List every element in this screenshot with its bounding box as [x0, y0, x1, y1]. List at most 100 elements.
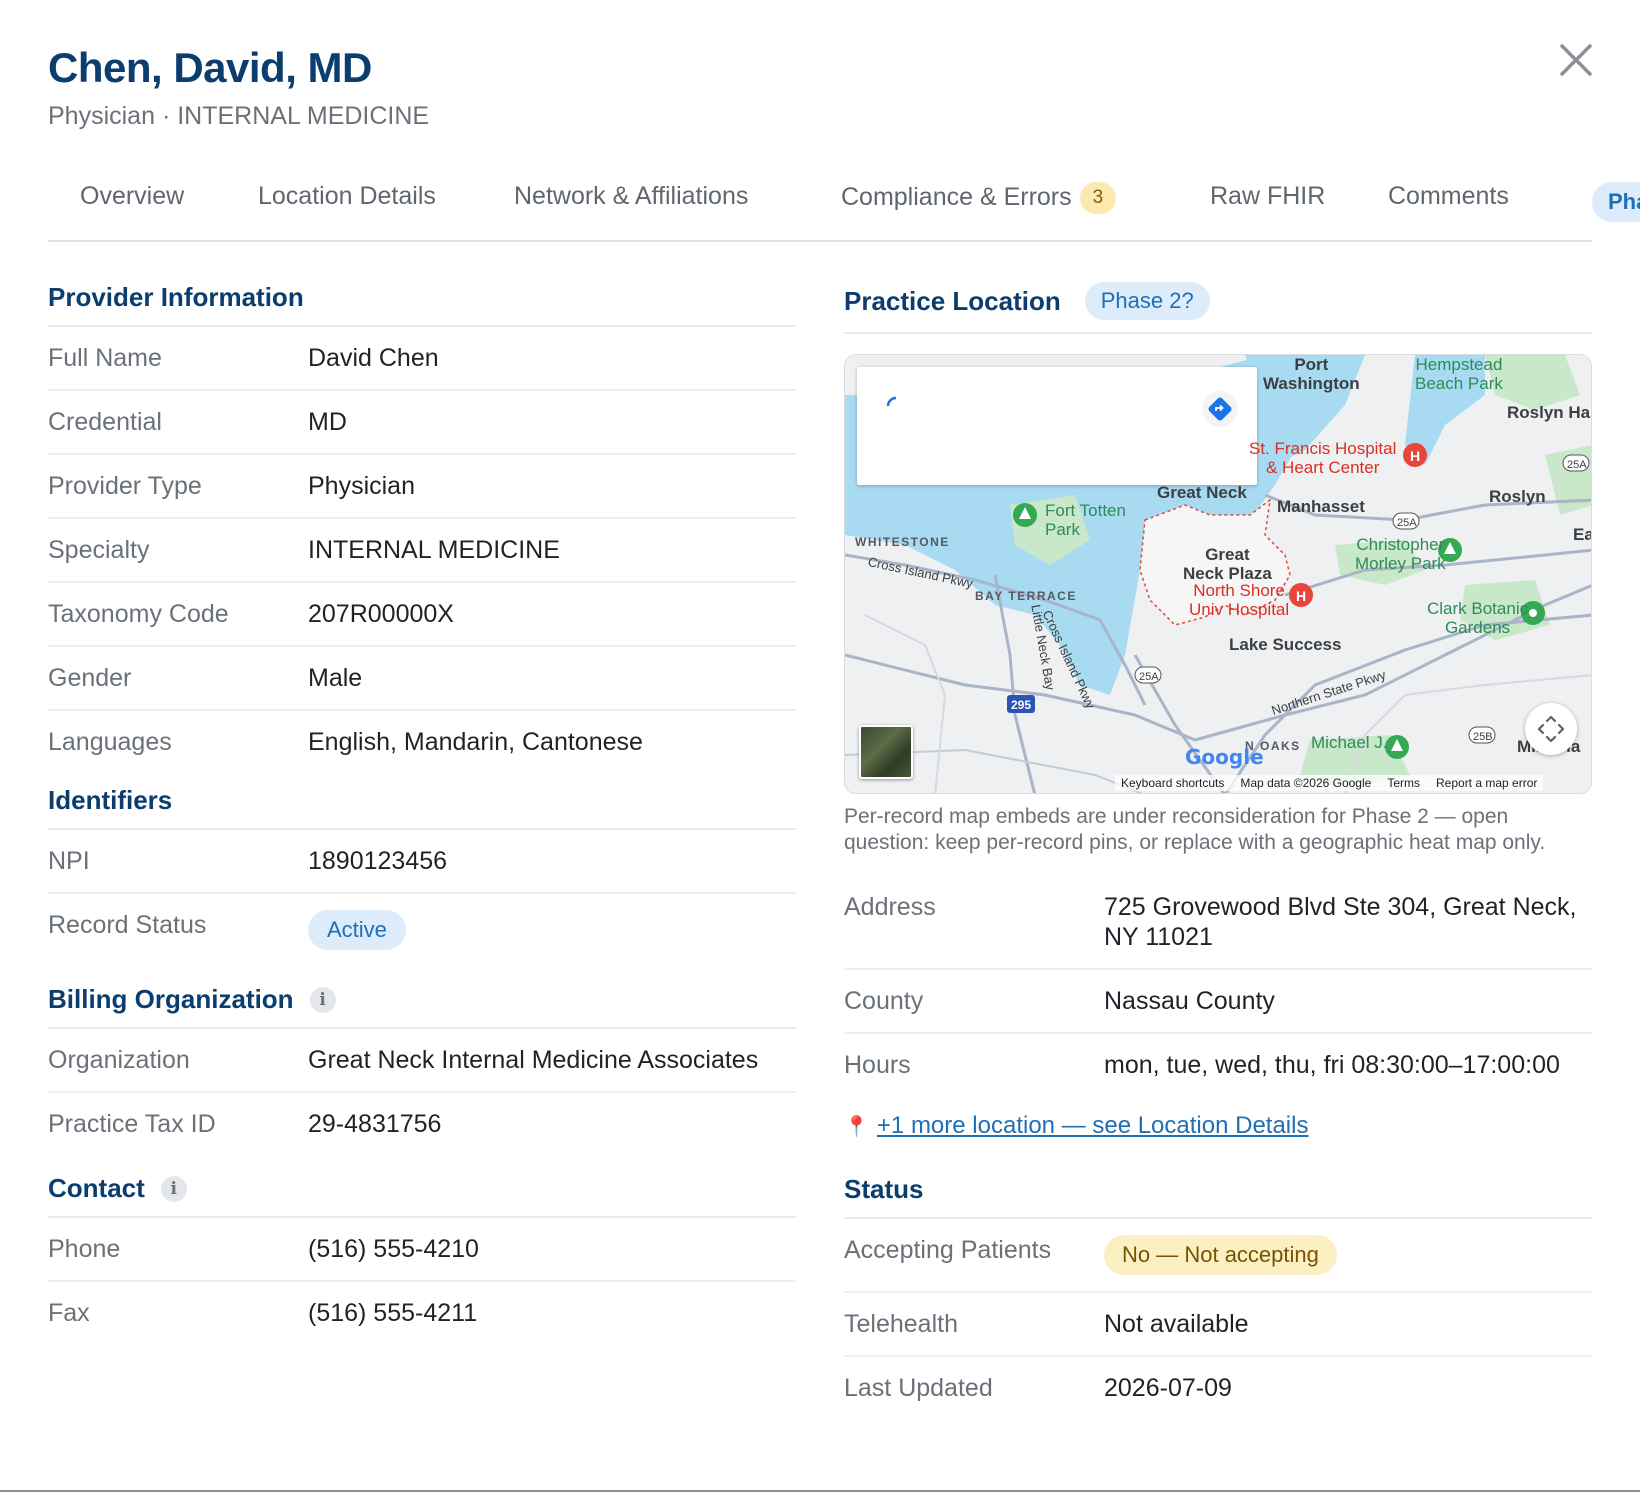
field-value: English, Mandarin, Cantonese: [308, 728, 643, 756]
tab-label: Comments: [1388, 182, 1509, 210]
satellite-toggle-button[interactable]: [859, 725, 913, 779]
row-organization: Organization Great Neck Internal Medicine…: [48, 1029, 796, 1093]
map-label: Eas: [1573, 525, 1591, 544]
directions-button[interactable]: [1202, 391, 1238, 427]
tab-label: Compliance & Errors: [841, 183, 1072, 211]
field-value: Nassau County: [1104, 987, 1275, 1015]
field-label: Accepting Patients: [844, 1236, 1052, 1264]
row-accepting-patients: Accepting Patients No — Not accepting: [844, 1219, 1592, 1293]
fullscreen-icon: [1537, 715, 1565, 743]
tab-label: Location Details: [258, 182, 436, 210]
map-label: Lake Success: [1229, 635, 1342, 654]
directions-icon: [1208, 397, 1232, 421]
map-label: Great Neck: [1157, 483, 1247, 502]
field-label: County: [844, 987, 924, 1015]
report-map-error-link[interactable]: Report a map error: [1436, 776, 1537, 790]
section-title-billing-org: Billing Organization i: [48, 972, 796, 1029]
map-label: BAY TERRACE: [975, 589, 1077, 603]
section-title-text: Identifiers: [48, 785, 173, 815]
field-label: Record Status: [48, 911, 207, 939]
row-telehealth: Telehealth Not available: [844, 1293, 1592, 1357]
section-title-identifiers: Identifiers: [48, 773, 796, 830]
route-shield: 295: [1011, 698, 1032, 712]
modal-bottom-edge: [0, 1490, 1640, 1498]
section-title-text: Billing Organization: [48, 984, 294, 1014]
row-specialty: Specialty INTERNAL MEDICINE: [48, 519, 796, 583]
route-shield: 25A: [1139, 671, 1159, 683]
close-button[interactable]: [1556, 40, 1596, 80]
field-label: Provider Type: [48, 472, 202, 500]
keyboard-shortcuts-link[interactable]: Keyboard shortcuts: [1121, 776, 1224, 790]
field-label: Organization: [48, 1046, 190, 1074]
tab-compliance-errors[interactable]: Compliance & Errors 3: [841, 182, 1117, 214]
map-label: Manhasset: [1277, 497, 1365, 516]
row-last-updated: Last Updated 2026-07-09: [844, 1357, 1592, 1419]
provider-detail-modal: Chen, David, MD Physician · INTERNAL MED…: [0, 0, 1640, 1490]
field-label: NPI: [48, 847, 90, 875]
status-badge: Active: [308, 910, 406, 950]
more-locations-link[interactable]: +1 more location — see Location Details: [877, 1112, 1309, 1140]
loading-spinner-icon: [886, 396, 897, 407]
field-value: 725 Grovewood Blvd Ste 304, Great Neck, …: [1104, 893, 1577, 951]
tab-comments[interactable]: Comments: [1388, 182, 1509, 211]
tab-label: Overview: [80, 182, 185, 210]
section-title-provider-info: Provider Information: [48, 270, 796, 327]
field-label: Practice Tax ID: [48, 1110, 216, 1138]
field-value: 2026-07-09: [1104, 1374, 1232, 1402]
embedded-map[interactable]: H H Port Washington Hempstead Beach Park…: [844, 354, 1592, 794]
map-fullscreen-button[interactable]: [1525, 703, 1577, 755]
close-icon: [1560, 44, 1592, 76]
field-value: Not available: [1104, 1310, 1249, 1338]
map-label: Christopher Morley Park: [1355, 535, 1446, 573]
tab-raw-fhir[interactable]: Raw FHIR: [1210, 182, 1325, 211]
field-value: David Chen: [308, 344, 439, 372]
field-label: Credential: [48, 408, 162, 436]
row-taxonomy-code: Taxonomy Code 207R00000X: [48, 583, 796, 647]
field-value: Physician: [308, 472, 415, 500]
map-caption: Per-record map embeds are under reconsid…: [844, 805, 1546, 854]
field-value: No — Not accepting: [1104, 1235, 1592, 1275]
field-label: Telehealth: [844, 1310, 958, 1338]
field-label: Address: [844, 893, 936, 921]
section-title-text: Contact: [48, 1173, 145, 1203]
section-title-status: Status: [844, 1162, 1592, 1219]
map-label: Hempstead Beach Park: [1415, 355, 1503, 393]
section-title-text: Status: [844, 1174, 924, 1204]
route-shield: 25A: [1567, 459, 1587, 471]
row-gender: Gender Male: [48, 647, 796, 711]
terms-link[interactable]: Terms: [1387, 776, 1420, 790]
tab-network-affiliations[interactable]: Network & Affiliations: [514, 182, 748, 211]
map-label: Roslyn Ha: [1507, 403, 1591, 422]
map-pin-icon: 📍: [844, 1115, 869, 1138]
field-label: Specialty: [48, 536, 150, 564]
map-label: Port Washington: [1263, 355, 1360, 393]
route-shield: 25B: [1473, 731, 1493, 743]
field-value: 1890123456: [308, 847, 448, 875]
info-icon[interactable]: i: [309, 986, 336, 1013]
tab-location-details[interactable]: Location Details: [258, 182, 436, 211]
field-label: Hours: [844, 1051, 911, 1079]
map-label: North Shore Univ Hospital: [1189, 581, 1290, 619]
row-languages: Languages English, Mandarin, Cantonese: [48, 711, 796, 773]
row-npi: NPI 1890123456: [48, 830, 796, 894]
route-shield: 25A: [1397, 517, 1417, 529]
row-county: County Nassau County: [844, 970, 1592, 1034]
tab-overview[interactable]: Overview: [80, 182, 184, 211]
tab-label: Network & Affiliations: [514, 182, 749, 210]
field-value: mon, tue, wed, thu, fri 08:30:00–17:00:0…: [1104, 1051, 1560, 1079]
section-title-text: Practice Location: [844, 285, 1061, 316]
error-count-badge: 3: [1079, 182, 1117, 214]
phase-badge: Phase 2?: [1084, 282, 1210, 320]
left-column: Provider Information Full Name David Chen…: [48, 270, 796, 1344]
tab-bar: Overview Location Details Network & Affi…: [48, 170, 1640, 242]
map-label: Roslyn: [1489, 487, 1546, 506]
right-column: Practice Location Phase 2? H H Port Wash…: [844, 270, 1592, 1419]
field-value: (516) 555-4211: [308, 1299, 478, 1327]
tab-phase-3[interactable]: Phase 3: [1592, 182, 1640, 222]
field-value: Great Neck Internal Medicine Associates: [308, 1046, 759, 1074]
info-icon[interactable]: i: [160, 1175, 187, 1202]
row-hours: Hours mon, tue, wed, thu, fri 08:30:00–17…: [844, 1034, 1592, 1096]
map-label: Fort Totten Park: [1045, 501, 1126, 539]
section-title-contact: Contact i: [48, 1161, 796, 1218]
field-value: 207R00000X: [308, 600, 454, 628]
